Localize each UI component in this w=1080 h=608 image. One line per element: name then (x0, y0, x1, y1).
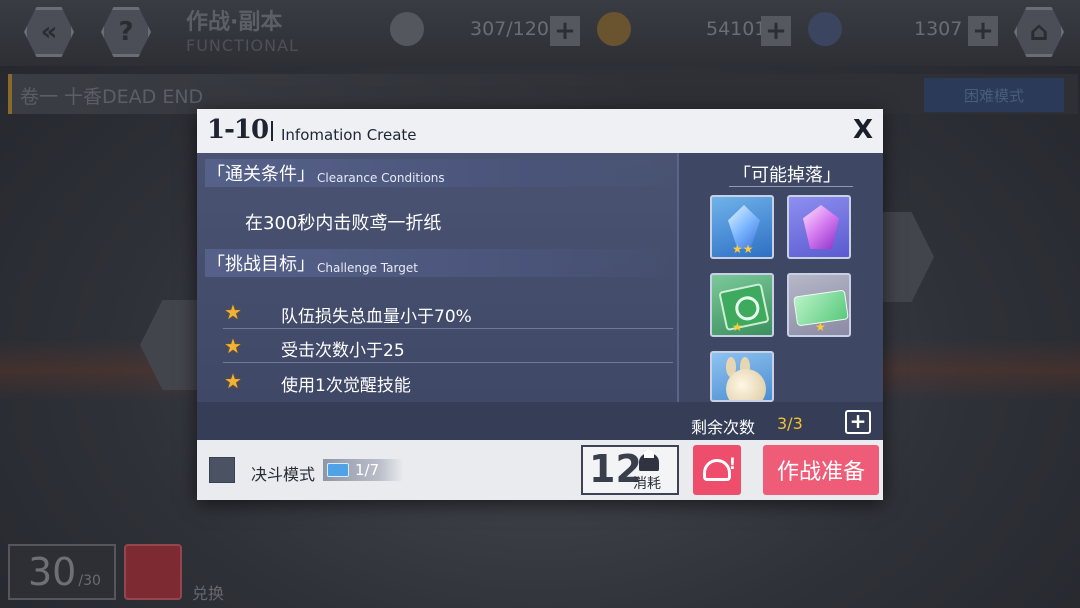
drop-item-purple-crystal[interactable] (787, 195, 851, 259)
star-count: 30 (28, 550, 77, 594)
add-stamina-button: + (550, 16, 580, 46)
stamina-icon (390, 12, 424, 46)
remaining-attempts-bar: 剩余次数 3/3 + (197, 402, 883, 440)
duel-mode-checkbox[interactable] (209, 457, 235, 483)
page-title-cn: 作战·副本 (186, 10, 283, 35)
duel-ticket-bar: 1/7 (323, 459, 403, 481)
exchange-icon (124, 544, 182, 600)
challenge-target-row: ★ 受击次数小于25 (223, 329, 673, 363)
rarity-stars: ★ (732, 320, 743, 334)
hard-mode-button: 困难模式 (924, 78, 1064, 112)
stamina-cost: 12 消耗 (581, 445, 679, 495)
challenge-target-text: 队伍损失总血量小于70% (281, 307, 472, 327)
add-attempts-button[interactable]: + (845, 410, 871, 434)
star-icon: ★ (224, 334, 242, 358)
purple-crystal-icon (803, 205, 839, 249)
rice-ball-icon (639, 450, 659, 471)
challenge-title-en: Challenge Target (317, 261, 418, 275)
challenge-target-text: 使用1次觉醒技能 (281, 376, 411, 396)
rarity-stars: ★★ (732, 242, 754, 256)
battle-prepare-button[interactable]: 作战准备 (763, 445, 879, 495)
sweep-icon (703, 454, 736, 481)
clearance-title: 「通关条件」 (207, 164, 315, 185)
remaining-value: 3/3 (777, 414, 803, 433)
cost-label: 消耗 (633, 476, 661, 492)
close-button[interactable]: X (849, 115, 877, 145)
green-ticket-icon (718, 282, 770, 332)
challenge-target-row: ★ 队伍损失总血量小于70% (223, 295, 673, 329)
duel-mode-label: 决斗模式 (251, 465, 316, 484)
crystal-value: 1307 (914, 18, 963, 40)
drop-item-green-ticket[interactable]: ★ (710, 273, 774, 337)
rarity-stars: ★ (815, 320, 826, 334)
pet-body (726, 369, 766, 400)
add-gold-button: + (761, 16, 791, 46)
panel-divider (677, 153, 679, 402)
title-divider (271, 121, 273, 141)
clearance-text: 在300秒内击败鸢一折纸 (245, 213, 442, 234)
drop-item-blue-crystal[interactable]: ★★ (710, 195, 774, 259)
stage-subtitle: Infomation Create (281, 126, 417, 144)
dialog-body: 「通关条件」 Clearance Conditions 在300秒内击败鸢一折纸… (197, 153, 883, 440)
dialog-footer: 决斗模式 1/7 12 消耗 作战准备 (197, 440, 883, 500)
challenge-title: 「挑战目标」 (207, 254, 315, 275)
gold-icon (597, 12, 631, 46)
clearance-title-en: Clearance Conditions (317, 171, 445, 185)
duel-ticket-icon (327, 463, 349, 477)
page-title-en: FUNCTIONAL (186, 36, 299, 55)
remaining-label: 剩余次数 (691, 418, 756, 437)
stage-id: 1-10 (207, 115, 269, 145)
star-counter: 30 /30 (8, 544, 116, 600)
conditions-panel: 「通关条件」 Clearance Conditions 在300秒内击败鸢一折纸… (197, 153, 677, 402)
stamina-value: 307/120 (470, 18, 549, 40)
drops-title: 「可能掉落」 (733, 165, 841, 186)
duel-ticket-count: 1/7 (355, 461, 380, 479)
challenge-header: 「挑战目标」 Challenge Target (205, 249, 675, 277)
chapter-title: 卷一 十香DEAD END (20, 86, 204, 108)
add-crystal-button: + (968, 16, 998, 46)
star-icon: ★ (224, 300, 242, 324)
page-title: 作战·副本 FUNCTIONAL (186, 4, 299, 55)
drop-item-pet[interactable] (710, 351, 774, 402)
drop-item-gold-card[interactable]: ★ (787, 273, 851, 337)
stage-info-dialog: 1-10 Infomation Create X 「通关条件」 Clearanc… (197, 109, 883, 500)
drops-underline (729, 186, 853, 187)
gold-value: 54101 (706, 18, 767, 40)
exchange-label: 兑换 (192, 584, 225, 603)
star-icon: ★ (224, 369, 242, 393)
crystal-icon (808, 12, 842, 46)
challenge-target-text: 受击次数小于25 (281, 341, 405, 361)
sweep-button[interactable] (693, 445, 741, 495)
challenge-target-row: ★ 使用1次觉醒技能 (223, 364, 673, 398)
clearance-header: 「通关条件」 Clearance Conditions (205, 159, 675, 187)
dialog-header: 1-10 Infomation Create X (197, 109, 883, 153)
star-total: /30 (78, 573, 101, 589)
